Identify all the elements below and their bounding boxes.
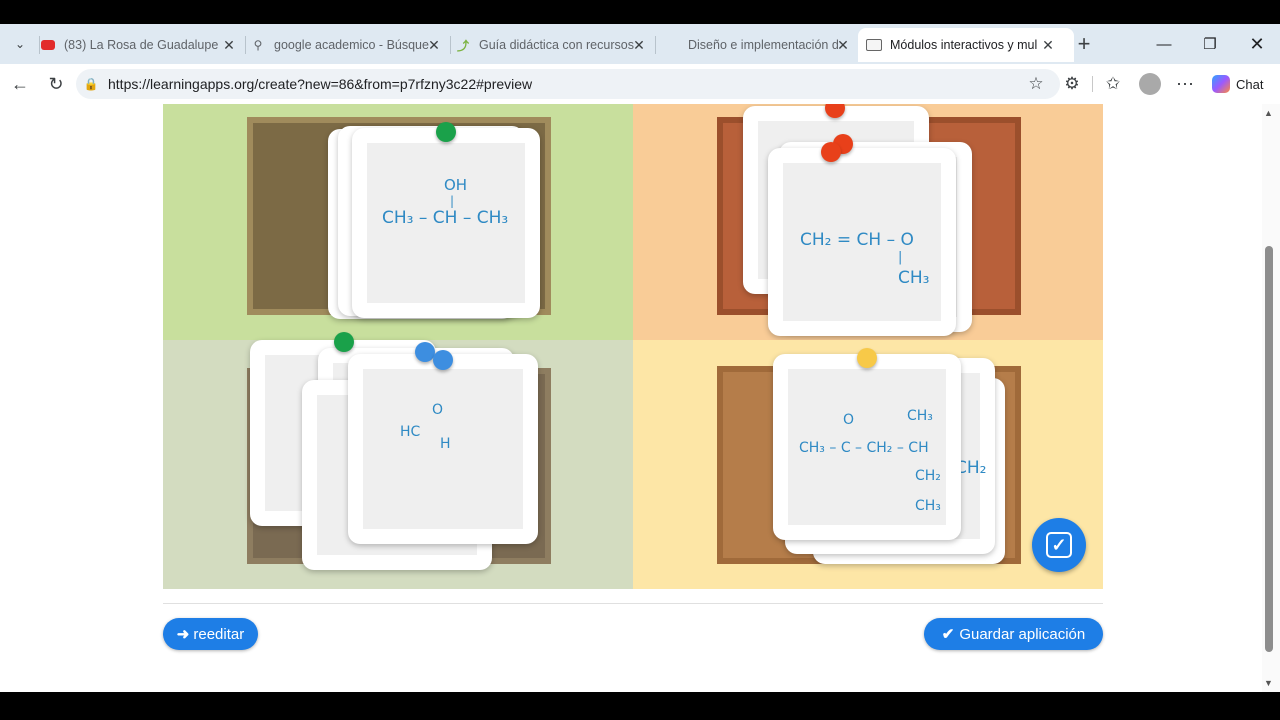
tab-close-icon[interactable]: ✕: [834, 30, 852, 60]
bottom-letterbox: [0, 692, 1280, 720]
quadrant-green[interactable]: OH | CH₃ – CH – CH₃: [163, 104, 633, 340]
scroll-down-arrow-icon[interactable]: ▼: [1264, 678, 1273, 688]
copilot-chat-button[interactable]: Chat: [1206, 72, 1272, 96]
more-options-icon[interactable]: ⋯: [1171, 70, 1199, 98]
close-window-icon[interactable]: ✕: [1234, 24, 1280, 64]
formula-card[interactable]: CH₂ = CH – O | CH₃: [768, 148, 956, 336]
green-pin-icon: [334, 332, 354, 352]
bond-line: |: [898, 250, 903, 265]
favorites-list-icon[interactable]: ✩: [1099, 70, 1127, 98]
top-letterbox: [0, 0, 1280, 24]
formula-hc: HC: [400, 424, 421, 440]
tab-title: Diseño e implementación d: [688, 38, 839, 52]
check-answers-button[interactable]: ✓: [1032, 518, 1086, 572]
tab-close-icon[interactable]: ✕: [1039, 30, 1057, 60]
formula-ch3: CH₃: [898, 268, 930, 288]
copilot-icon: [1212, 75, 1230, 93]
search-icon: ⚲: [253, 38, 263, 52]
formula-o: O: [843, 412, 855, 428]
url-text[interactable]: https://learningapps.org/create?new=86&f…: [108, 76, 532, 92]
chat-label: Chat: [1236, 76, 1264, 92]
quadrant-yellow[interactable]: CH₂ O CH₃ CH₃ – C – CH₂ – CH CH₂ CH₃ ✓: [633, 340, 1103, 589]
formula-main: CH₂ = CH – O: [800, 230, 914, 250]
quadrant-sage[interactable]: O HC H: [163, 332, 633, 589]
new-tab-plus-icon[interactable]: +: [1071, 30, 1097, 58]
profile-avatar-icon[interactable]: [1139, 73, 1161, 95]
scrollbar-thumb[interactable]: [1265, 246, 1273, 652]
blue-pin-icon: [415, 342, 435, 362]
formula-o: O: [432, 402, 444, 418]
back-arrow-icon[interactable]: ←: [6, 70, 34, 98]
link-icon: ⤴: [456, 38, 469, 53]
content-divider: [163, 603, 1103, 604]
arrow-left-icon: ➜: [176, 626, 190, 643]
scroll-up-arrow-icon[interactable]: ▲: [1264, 108, 1273, 118]
yellow-pin-icon: [857, 348, 877, 368]
tab-separator: [245, 36, 246, 54]
toolbar-divider: [1092, 76, 1093, 92]
blue-pin-icon: [433, 350, 453, 370]
formula-ch3-top: CH₃: [907, 408, 933, 424]
formula-ch2: CH₂: [915, 468, 941, 484]
tab-list-chevron-icon[interactable]: ⌄: [8, 32, 32, 56]
favorite-star-icon[interactable]: ☆: [1022, 70, 1050, 98]
save-label: Guardar aplicación: [959, 625, 1086, 643]
green-pin-icon: [436, 122, 456, 142]
formula-card[interactable]: O HC H: [348, 354, 538, 544]
site-info-lock-icon[interactable]: 🔒: [84, 76, 99, 92]
tab-google-academico[interactable]: ⚲ google academico - Búsque: [250, 30, 450, 60]
tab-title: google academico - Búsque: [274, 38, 429, 52]
quadrant-orange[interactable]: CH₂ = CH – O | CH₃: [633, 104, 1103, 340]
blank-icon: [664, 37, 680, 53]
red-pin-icon: [821, 142, 841, 162]
app-icon: [866, 37, 882, 53]
tab-guia-didactica[interactable]: ⤴ Guía didáctica con recursos: [455, 30, 655, 60]
app-canvas: OH | CH₃ – CH – CH₃ CH₂ = CH – O | CH₃ O…: [163, 104, 1103, 589]
extensions-puzzle-icon[interactable]: ⚙: [1058, 70, 1086, 98]
refresh-icon[interactable]: ↻: [42, 70, 70, 98]
reedit-label: reeditar: [193, 625, 245, 643]
formula-card[interactable]: O CH₃ CH₃ – C – CH₂ – CH CH₂ CH₃: [773, 354, 961, 540]
reedit-button[interactable]: ➜ reeditar: [163, 618, 258, 650]
tab-title: (83) La Rosa de Guadalupe: [64, 38, 219, 52]
formula-oh: OH: [444, 176, 468, 194]
tab-close-icon[interactable]: ✕: [630, 30, 648, 60]
minimize-icon[interactable]: —: [1141, 24, 1187, 64]
formula-card[interactable]: OH | CH₃ – CH – CH₃: [352, 128, 540, 318]
formula-h: H: [440, 436, 451, 452]
restore-icon[interactable]: ❐: [1187, 24, 1233, 64]
formula-ch3-bottom: CH₃: [915, 498, 941, 514]
formula-main: CH₃ – CH – CH₃: [382, 208, 509, 228]
check-icon: ✔: [941, 626, 955, 643]
formula-main: CH₃ – C – CH₂ – CH: [799, 440, 929, 456]
bond-line: |: [450, 194, 455, 208]
tab-separator: [450, 36, 451, 54]
tab-close-icon[interactable]: ✕: [220, 30, 238, 60]
checkbox-check-icon: ✓: [1046, 532, 1072, 558]
tab-separator: [655, 36, 656, 54]
youtube-icon: [40, 37, 56, 53]
save-app-button[interactable]: ✔ Guardar aplicación: [924, 618, 1103, 650]
tab-title: Guía didáctica con recursos: [479, 38, 634, 52]
tab-youtube[interactable]: (83) La Rosa de Guadalupe: [40, 30, 245, 60]
tab-diseno[interactable]: Diseño e implementación d: [664, 30, 854, 60]
tab-title: Módulos interactivos y mul: [890, 38, 1038, 52]
tab-close-icon[interactable]: ✕: [425, 30, 443, 60]
